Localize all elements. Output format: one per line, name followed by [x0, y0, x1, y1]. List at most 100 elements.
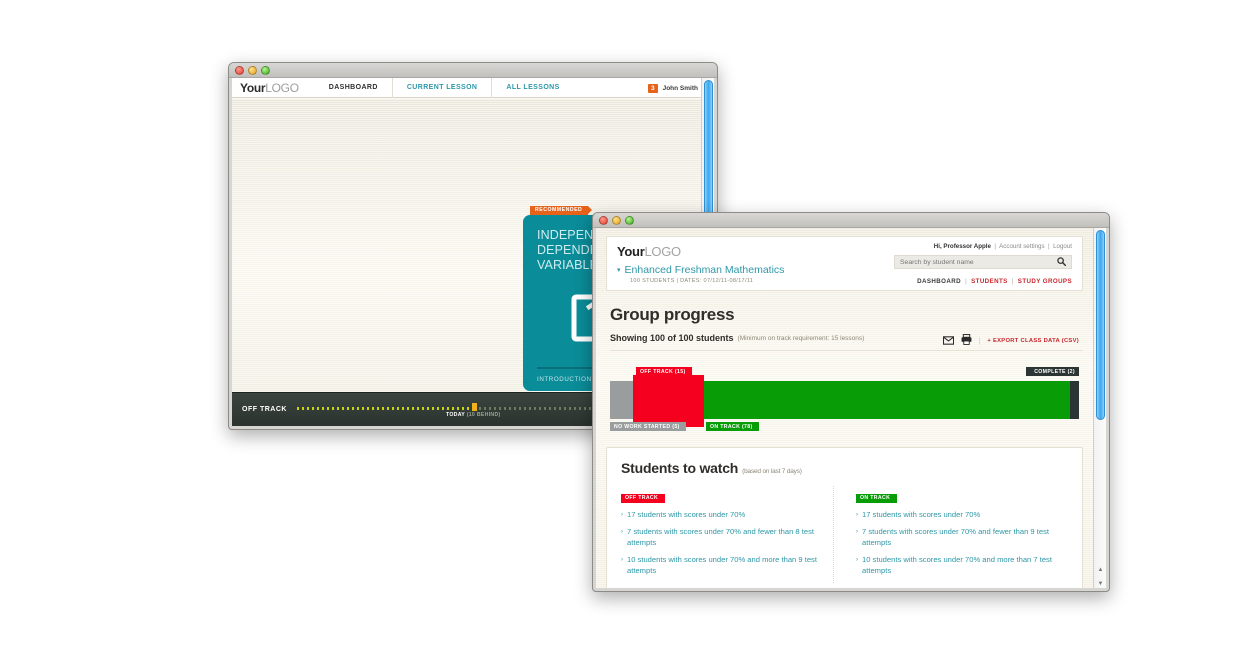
- w2-logo-light: LOGO: [644, 244, 681, 259]
- tab-study-groups[interactable]: STUDY GROUPS: [1018, 278, 1072, 285]
- divider: |: [992, 243, 998, 250]
- window-teacher-group-progress[interactable]: YourLOGO Hi, Professor Apple | Account s…: [592, 212, 1110, 592]
- group-progress-subheader: Showing 100 of 100 students (Minimum on …: [610, 333, 1083, 351]
- bar-segment-on-track[interactable]: [703, 381, 1070, 419]
- group-progress-chart: OFF TRACK (15) COMPLETE (2) NO WORK STAR…: [610, 367, 1079, 431]
- list-item[interactable]: › 17 students with scores under 70%: [856, 510, 1054, 521]
- list-item[interactable]: › 17 students with scores under 70%: [621, 510, 819, 521]
- watch-link[interactable]: 7 students with scores under 70% and few…: [862, 527, 1054, 548]
- window1-titlebar[interactable]: [229, 63, 717, 78]
- watch-link[interactable]: 17 students with scores under 70%: [862, 510, 980, 521]
- status-badge-off-track: OFF TRACK: [621, 493, 666, 503]
- chevron-right-icon: ›: [621, 511, 623, 518]
- w1-top-navbar: YourLOGO DASHBOARD CURRENT LESSON ALL LE…: [232, 78, 714, 98]
- students-to-watch-panel: Students to watch (based on last 7 days) …: [606, 447, 1083, 588]
- showing-count: Showing 100 of 100 students: [610, 333, 734, 343]
- search-input[interactable]: [900, 258, 1057, 266]
- minimize-button[interactable]: [248, 66, 257, 75]
- greeting-label: Hi, Professor Apple: [933, 243, 991, 250]
- close-button[interactable]: [599, 216, 608, 225]
- window2-content: YourLOGO Hi, Professor Apple | Account s…: [596, 228, 1106, 588]
- divider: |: [964, 278, 968, 285]
- w2-scrollbar[interactable]: ▲ ▼: [1093, 228, 1106, 588]
- search-icon[interactable]: [1057, 253, 1067, 271]
- w2-logo-bold: Your: [617, 244, 645, 259]
- today-marker[interactable]: [472, 402, 478, 411]
- chevron-right-icon: ›: [621, 529, 623, 535]
- watch-link[interactable]: 10 students with scores under 70% and mo…: [862, 555, 1054, 576]
- showing-note: (Minimum on track requirement: 15 lesson…: [737, 334, 865, 342]
- course-title[interactable]: Enhanced Freshman Mathematics: [625, 264, 785, 276]
- user-name-label[interactable]: John Smith: [663, 85, 698, 92]
- group-progress-actions: | + EXPORT CLASS DATA (CSV): [942, 332, 1079, 350]
- chart-tag-complete: COMPLETE (2): [1026, 367, 1079, 376]
- nav-item-current-lesson[interactable]: CURRENT LESSON: [391, 78, 492, 98]
- watch-link[interactable]: 10 students with scores under 70% and mo…: [627, 555, 819, 576]
- tab-students[interactable]: STUDENTS: [971, 278, 1008, 285]
- chevron-down-icon[interactable]: ▾: [617, 266, 621, 274]
- account-settings-link[interactable]: Account settings: [999, 243, 1044, 250]
- chart-tag-no-work-started: NO WORK STARTED (5): [610, 422, 686, 431]
- today-note: (10 BEHIND): [466, 411, 501, 418]
- chevron-right-icon: ›: [856, 511, 858, 518]
- window2-titlebar[interactable]: [593, 213, 1109, 228]
- today-text: TODAY: [445, 411, 465, 418]
- nav-item-dashboard[interactable]: DASHBOARD: [315, 78, 392, 98]
- watch-column-on-track: ON TRACK › 17 students with scores under …: [833, 486, 1068, 583]
- lesson-card-footer: INTRODUCTION: [537, 376, 592, 383]
- students-to-watch-heading: Students to watch (based on last 7 days): [621, 460, 1068, 476]
- bar-segment-off-track-overlay[interactable]: [633, 375, 704, 427]
- w1-user-area: 3 John Smith ▾: [647, 78, 706, 98]
- list-item[interactable]: › 10 students with scores under 70% and m…: [621, 555, 819, 576]
- watch-link[interactable]: 7 students with scores under 70% and few…: [627, 527, 819, 548]
- window1-traffic-lights[interactable]: [235, 66, 270, 75]
- chart-tag-on-track: ON TRACK (78): [706, 422, 759, 431]
- notification-badge[interactable]: 3: [647, 83, 658, 93]
- status-badge: OFF TRACK: [242, 406, 287, 413]
- close-button[interactable]: [235, 66, 244, 75]
- w2-header: YourLOGO Hi, Professor Apple | Account s…: [606, 236, 1083, 291]
- w2-page: YourLOGO Hi, Professor Apple | Account s…: [596, 228, 1093, 588]
- search-box[interactable]: [894, 255, 1072, 269]
- nav-item-all-lessons[interactable]: ALL LESSONS: [491, 78, 573, 98]
- tab-dashboard[interactable]: DASHBOARD: [917, 278, 961, 285]
- watch-link[interactable]: 17 students with scores under 70%: [627, 510, 745, 521]
- logout-link[interactable]: Logout: [1053, 243, 1072, 250]
- status-badge-on-track: ON TRACK: [856, 493, 898, 503]
- w1-logo-bold: Your: [240, 80, 266, 95]
- list-item[interactable]: › 7 students with scores under 70% and fe…: [856, 527, 1054, 548]
- print-icon[interactable]: [961, 332, 972, 350]
- account-bar: Hi, Professor Apple | Account settings |…: [934, 243, 1072, 250]
- timeline-completed-dots: [296, 406, 473, 410]
- watch-title: Students to watch: [621, 460, 739, 476]
- w1-nav: DASHBOARD CURRENT LESSON ALL LESSONS: [315, 78, 574, 98]
- w2-scrollbar-arrows[interactable]: ▲ ▼: [1096, 567, 1105, 587]
- watch-note: (based on last 7 days): [742, 468, 802, 475]
- list-item[interactable]: › 10 students with scores under 70% and m…: [856, 555, 1054, 576]
- zoom-button[interactable]: [261, 66, 270, 75]
- bar-segment-no-work-started[interactable]: [610, 381, 634, 419]
- w1-logo-light: LOGO: [265, 80, 299, 95]
- chevron-right-icon: ›: [856, 557, 858, 563]
- screen: YourLOGO DASHBOARD CURRENT LESSON ALL LE…: [0, 0, 1258, 668]
- watch-column-off-track: OFF TRACK › 17 students with scores under…: [621, 486, 833, 583]
- bar-segment-complete[interactable]: [1069, 381, 1079, 419]
- divider: |: [1046, 243, 1052, 250]
- list-item[interactable]: › 7 students with scores under 70% and fe…: [621, 527, 819, 548]
- zoom-button[interactable]: [625, 216, 634, 225]
- window2-traffic-lights[interactable]: [599, 216, 634, 225]
- divider: |: [978, 337, 981, 345]
- email-icon[interactable]: [942, 332, 954, 350]
- divider: |: [1011, 278, 1014, 285]
- recommended-ribbon: RECOMMENDED: [530, 206, 593, 215]
- w2-scrollbar-thumb[interactable]: [1096, 230, 1105, 420]
- chevron-right-icon: ›: [856, 529, 858, 535]
- minimize-button[interactable]: [612, 216, 621, 225]
- students-to-watch-columns: OFF TRACK › 17 students with scores under…: [621, 486, 1068, 583]
- w1-logo[interactable]: YourLOGO: [240, 81, 299, 95]
- chevron-right-icon: ›: [621, 557, 623, 563]
- group-progress-title: Group progress: [610, 305, 735, 324]
- export-csv-link[interactable]: + EXPORT CLASS DATA (CSV): [987, 338, 1079, 344]
- w2-tabs: DASHBOARD | STUDENTS | STUDY GROUPS: [917, 278, 1072, 285]
- today-label: TODAY (10 BEHIND): [446, 412, 501, 418]
